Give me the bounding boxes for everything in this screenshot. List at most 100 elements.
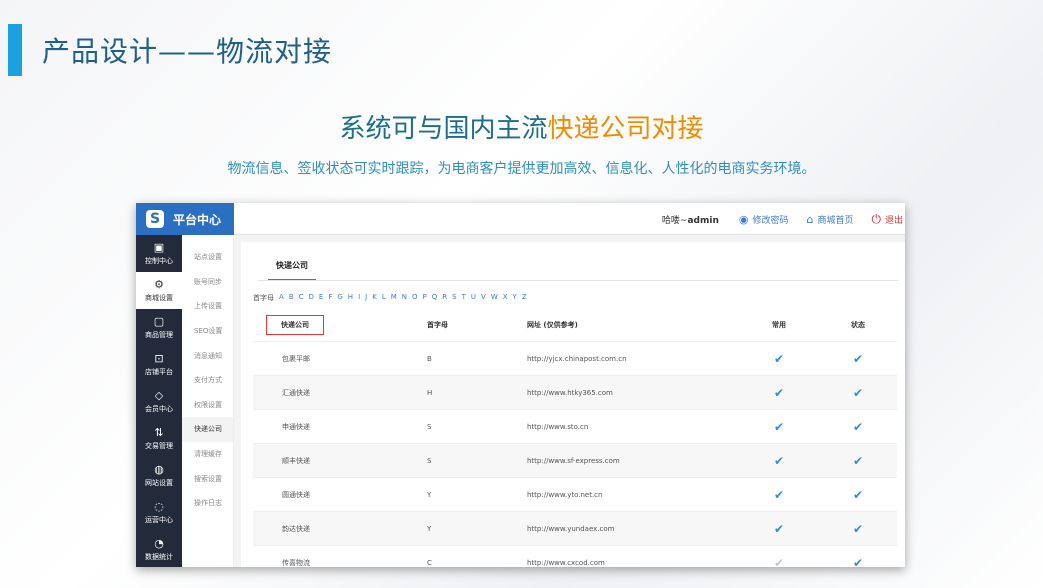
common-check-cell: ✔ (739, 556, 819, 568)
sidebar-item[interactable]: ◔ 数据统计 (136, 531, 182, 567)
status-check-icon[interactable]: ✔ (853, 352, 863, 366)
sidebar-item[interactable]: ▣ 控制中心 (136, 235, 182, 272)
brand[interactable]: S 平台中心 (136, 203, 234, 235)
common-check-cell: ✔ (739, 386, 819, 400)
letter-filter[interactable]: M (391, 293, 397, 303)
table-row: 顺丰快递 Shttp://www.sf-express.com ✔ ✔ (253, 444, 897, 478)
sidebar-item[interactable]: ⊡ 店铺平台 (136, 346, 182, 383)
letter-filter[interactable]: J (365, 293, 367, 303)
cell-name: 圆通快递 (282, 490, 310, 499)
status-check-icon[interactable]: ✔ (853, 454, 863, 468)
subnav-item[interactable]: 站点设置 (182, 245, 233, 270)
sidebar-item[interactable]: ⇅ 交易管理 (136, 420, 182, 457)
common-check-icon[interactable]: ✔ (774, 386, 784, 400)
tab-express-companies[interactable]: 快递公司 (268, 260, 316, 281)
cell-letter: S (427, 456, 432, 465)
table-row: 韵达快递 Yhttp://www.yundaex.com ✔ ✔ (253, 512, 897, 546)
letter-filter[interactable]: P (423, 293, 427, 303)
column-header-letter: 首字母 (427, 321, 448, 329)
headline: 系统可与国内主流快递公司对接 (0, 108, 1043, 145)
subnav-item[interactable]: 权限设置 (182, 393, 233, 418)
status-check-cell: ✔ (819, 420, 897, 434)
table-row: 汇通快递 Hhttp://www.htky365.com ✔ ✔ (253, 376, 897, 410)
diamond-icon: ◇ (154, 389, 164, 402)
letter-filter[interactable]: H (348, 293, 353, 303)
letter-filter[interactable]: W (491, 293, 498, 303)
subnav-item[interactable]: 上传设置 (182, 294, 233, 319)
letter-filter[interactable]: Y (513, 293, 517, 303)
subnav-item[interactable]: 快递公司 (182, 417, 233, 442)
letter-filter[interactable]: N (402, 293, 407, 303)
sidebar-item[interactable]: ◇ 会员中心 (136, 383, 182, 420)
column-header-url: 网址 (仅供参考) (527, 321, 578, 329)
common-check-icon[interactable]: ✔ (774, 352, 784, 366)
common-check-icon[interactable]: ✔ (774, 488, 784, 502)
sidebar-item-label: 运营中心 (145, 516, 173, 524)
letter-filter[interactable]: I (358, 293, 360, 303)
common-check-cell: ✔ (739, 488, 819, 502)
letter-filter[interactable]: B (289, 293, 294, 303)
transfer-icon: ⇅ (154, 426, 164, 439)
top-bar: S 平台中心 哈喽~admin ◉ 修改密码 ⌂ 商城首页 ⏻ 退出 (136, 203, 905, 235)
subnav-item[interactable]: 操作日志 (182, 491, 233, 516)
sidebar-item[interactable]: ◍ 网站设置 (136, 457, 182, 494)
column-header-status: 状态 (851, 321, 865, 329)
cell-letter: Y (427, 524, 432, 533)
common-check-icon[interactable]: ✔ (774, 522, 784, 536)
store-icon: ⊡ (154, 352, 164, 365)
letter-filter[interactable]: X (503, 293, 508, 303)
sidebar-item[interactable]: ▢ 商品管理 (136, 309, 182, 346)
letter-filter[interactable]: F (328, 293, 332, 303)
letter-filter[interactable]: U (471, 293, 476, 303)
status-check-icon[interactable]: ✔ (853, 522, 863, 536)
globe-icon: ◍ (154, 463, 164, 476)
letter-filter[interactable]: E (319, 293, 323, 303)
change-password-link[interactable]: ◉ 修改密码 (739, 213, 789, 226)
sidebar-item[interactable]: ⚙ 商城设置 (136, 272, 182, 309)
cell-url: http://www.yto.net.cn (527, 490, 603, 499)
letter-filter[interactable]: T (462, 293, 466, 303)
letter-filter[interactable]: L (382, 293, 386, 303)
content-panel: 快递公司 首字母 ABCDEFGHIJKLMNOPQRSTUVWXYZ 快递公司… (241, 242, 905, 567)
status-check-icon[interactable]: ✔ (853, 386, 863, 400)
status-check-cell: ✔ (819, 522, 897, 536)
subnav-item[interactable]: 支付方式 (182, 368, 233, 393)
sidebar-item[interactable]: ◌ 运营中心 (136, 494, 182, 531)
common-check-cell: ✔ (739, 420, 819, 434)
subnav-item[interactable]: 搜索设置 (182, 466, 233, 491)
letter-filter[interactable]: G (337, 293, 342, 303)
letter-filter[interactable]: R (442, 293, 447, 303)
letter-filter[interactable]: V (481, 293, 486, 303)
letter-filter[interactable]: C (299, 293, 304, 303)
common-check-icon[interactable]: ✔ (774, 420, 784, 434)
common-check-icon[interactable]: ✔ (774, 556, 784, 568)
subnav-item[interactable]: 消息通知 (182, 343, 233, 368)
cell-letter: Y (427, 490, 432, 499)
brand-title: 平台中心 (173, 212, 222, 227)
app-screenshot: S 平台中心 哈喽~admin ◉ 修改密码 ⌂ 商城首页 ⏻ 退出 ▣ 控制中心 ⚙ 商城… (136, 203, 905, 567)
subnav-item[interactable]: 清理缓存 (182, 442, 233, 467)
subnav-item[interactable]: 账号同步 (182, 270, 233, 295)
letter-filter[interactable]: S (452, 293, 456, 303)
status-check-icon[interactable]: ✔ (853, 556, 863, 568)
cell-name: 顺丰快递 (282, 456, 310, 465)
letter-filter[interactable]: O (412, 293, 418, 303)
table-row: 包裹平邮 Bhttp://yjcx.chinapost.com.cn ✔ ✔ (253, 342, 897, 376)
status-check-icon[interactable]: ✔ (853, 420, 863, 434)
sidebar-item-label: 商城设置 (145, 294, 173, 302)
status-check-icon[interactable]: ✔ (853, 488, 863, 502)
cell-url: http://www.yundaex.com (527, 524, 615, 533)
sidebar-item-label: 会员中心 (145, 405, 173, 413)
subnav-item[interactable]: SEO设置 (182, 319, 233, 344)
headline-part1: 系统可与国内主流 (339, 114, 548, 144)
letter-filter[interactable]: D (309, 293, 314, 303)
key-icon: ◉ (738, 212, 749, 226)
mall-home-link[interactable]: ⌂ 商城首页 (806, 213, 853, 226)
common-check-icon[interactable]: ✔ (774, 454, 784, 468)
letter-filter[interactable]: A (279, 293, 284, 303)
letter-filter[interactable]: K (372, 293, 377, 303)
logout-button[interactable]: ⏻ 退出 (871, 212, 903, 227)
letter-filter[interactable]: Z (522, 293, 527, 303)
letter-filter[interactable]: Q (432, 293, 438, 303)
user-greeting-prefix: 哈喽~ (661, 215, 688, 226)
